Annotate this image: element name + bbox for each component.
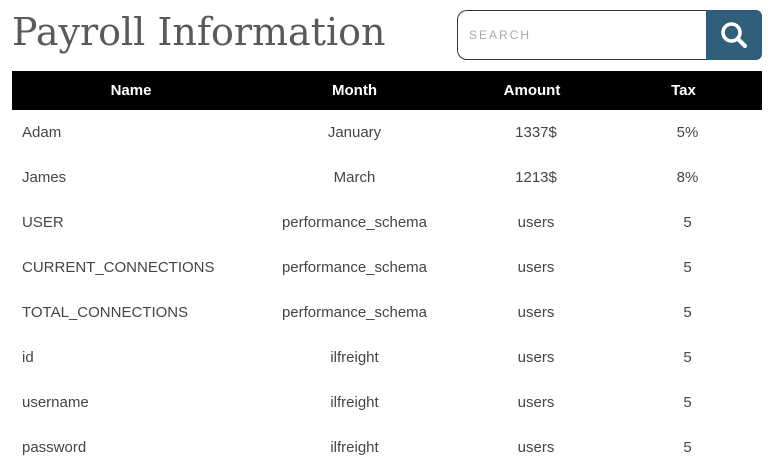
table-row: username ilfreight users 5 [12,380,762,425]
cell-tax: 5 [683,214,692,231]
cell-amount: users [517,349,555,366]
column-header-month: Month [332,82,377,99]
cell-name: TOTAL_CONNECTIONS [22,304,189,321]
cell-amount: 1337$ [515,124,557,141]
table-row: Adam January 1337$ 5% [12,110,762,155]
cell-tax: 8% [676,169,699,186]
column-header-amount: Amount [503,82,561,99]
cell-month: ilfreight [330,394,379,411]
cell-tax: 5 [683,394,692,411]
cell-name: Adam [22,124,62,141]
search-form [457,10,762,60]
cell-name: USER [22,214,64,231]
payroll-table: Name Month Amount Tax Adam January 1337$… [12,71,762,470]
table-row: password ilfreight users 5 [12,425,762,470]
cell-amount: users [517,394,555,411]
cell-amount: 1213$ [515,169,557,186]
cell-tax: 5 [683,304,692,321]
search-button[interactable] [706,10,762,60]
cell-month: performance_schema [281,304,428,321]
cell-name: James [22,169,67,186]
table-row: id ilfreight users 5 [12,335,762,380]
cell-tax: 5 [683,259,692,276]
cell-month: January [327,124,382,141]
cell-amount: users [517,214,555,231]
cell-name: CURRENT_CONNECTIONS [22,259,215,276]
column-header-name: Name [110,82,152,99]
cell-amount: users [517,304,555,321]
search-icon [721,22,748,49]
column-header-tax: Tax [671,82,696,99]
cell-name: password [22,439,87,456]
cell-month: ilfreight [330,439,379,456]
table-row: USER performance_schema users 5 [12,200,762,245]
table-row: CURRENT_CONNECTIONS performance_schema u… [12,245,762,290]
table-row: TOTAL_CONNECTIONS performance_schema use… [12,290,762,335]
cell-name: username [22,394,89,411]
cell-month: ilfreight [330,349,379,366]
cell-month: performance_schema [281,259,428,276]
search-input[interactable] [457,10,707,60]
cell-tax: 5% [676,124,699,141]
cell-amount: users [517,439,555,456]
cell-tax: 5 [683,439,692,456]
page-title: Payroll Information [12,10,386,54]
table-header-row: Name Month Amount Tax [12,71,762,110]
cell-tax: 5 [683,349,692,366]
table-row: James March 1213$ 8% [12,155,762,200]
cell-month: March [333,169,376,186]
cell-amount: users [517,259,555,276]
cell-month: performance_schema [281,214,428,231]
cell-name: id [22,349,34,366]
